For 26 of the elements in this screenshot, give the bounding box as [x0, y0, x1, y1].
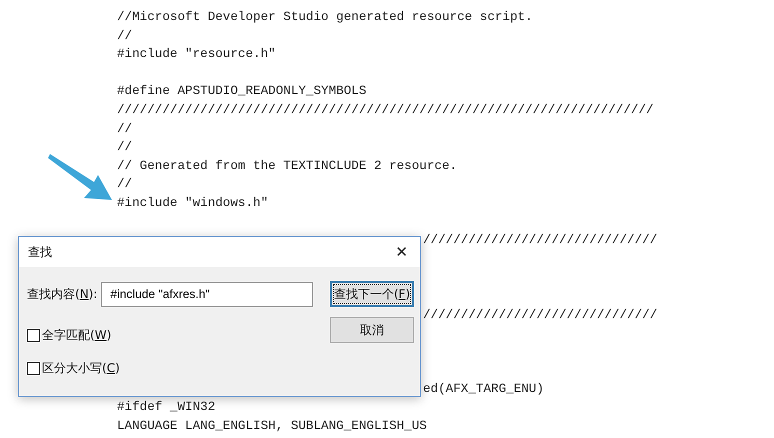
- code-line: ///////////////////////////////////////////////////////////////////////: [117, 102, 654, 119]
- pointer-arrow: [48, 154, 112, 200]
- field-label: 查找内容(N):: [27, 286, 98, 303]
- search-field[interactable]: #include "afxres.h": [101, 282, 314, 306]
- checkbox[interactable]: [27, 362, 40, 374]
- checkbox-label[interactable]: 全字匹配(W): [42, 326, 112, 344]
- code-line: //: [117, 120, 132, 138]
- code-line: ed(AFX_TARG_ENU): [423, 380, 544, 398]
- code-line: ///////////////////////////////: [423, 232, 658, 250]
- code-line: #define APSTUDIO_READONLY_SYMBOLS: [117, 83, 366, 100]
- code-line: LANGUAGE LANG_ENGLISH, SUBLANG_ENGLISH_US: [117, 418, 427, 436]
- code-line: #include ″windows.h″: [117, 194, 268, 212]
- code-line: #include ″resource.h″: [117, 46, 276, 64]
- close-button[interactable]: ✕: [391, 242, 412, 262]
- checkbox-label[interactable]: 区分大小写(C): [42, 359, 120, 377]
- dialog-title: 查找: [28, 244, 52, 261]
- code-line: //Microsoft Developer Studio generated resource script.: [117, 9, 533, 26]
- code-line: //: [117, 139, 132, 156]
- code-line: ///////////////////////////////: [423, 306, 658, 324]
- code-line: // Generated from the TEXTINCLUDE 2 resource.: [117, 158, 458, 175]
- cancel-button[interactable]: 取消: [330, 317, 414, 343]
- code-line: //: [117, 28, 132, 45]
- code-line: //: [117, 176, 132, 194]
- code-line: #ifdef _WIN32: [117, 399, 216, 416]
- find-next-button[interactable]: 查找下一个(F): [330, 281, 414, 307]
- checkbox[interactable]: [27, 328, 40, 342]
